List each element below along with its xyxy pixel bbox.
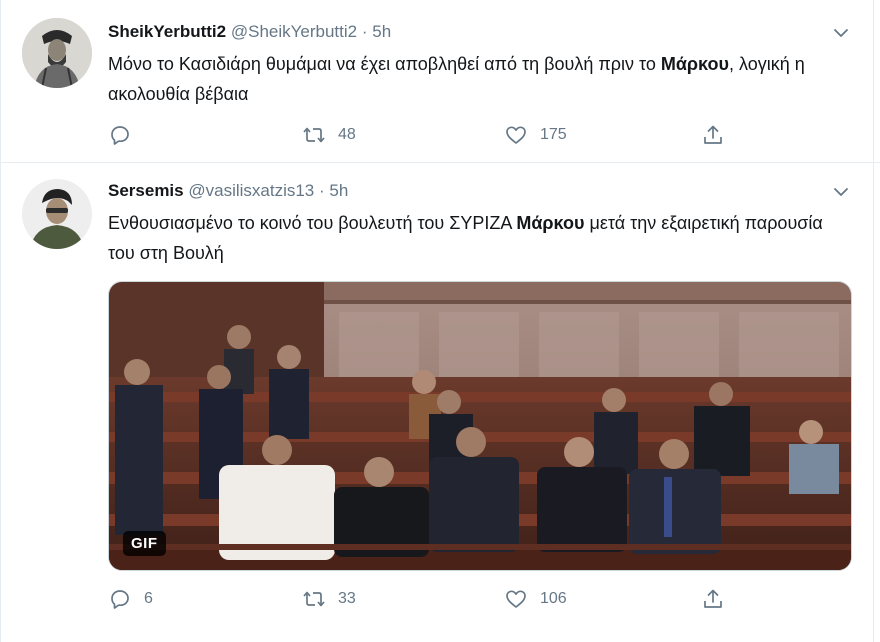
display-name[interactable]: Sersemis: [108, 181, 184, 200]
like-button[interactable]: 106: [504, 584, 567, 614]
separator-dot: ·: [361, 22, 368, 41]
reply-icon: [111, 590, 129, 609]
reply-count: 6: [144, 590, 153, 607]
tweet-actions: 48 175: [108, 120, 748, 150]
chevron-down-icon[interactable]: [832, 24, 850, 42]
like-icon: [506, 126, 526, 144]
share-icon: [704, 125, 722, 144]
display-name[interactable]: SheikYerbutti2: [108, 22, 226, 41]
tweet-text-part: Ενθουσιασμένο το κοινό του βουλευτή του …: [108, 213, 517, 233]
like-count: 175: [540, 126, 567, 143]
like-button[interactable]: 175: [504, 120, 567, 150]
gif-media[interactable]: GIF: [108, 281, 852, 571]
tweet[interactable]: SheikYerbutti2 @SheikYerbutti2 · 5h Μόνο…: [0, 0, 880, 163]
retweet-icon: [303, 591, 325, 607]
retweet-button[interactable]: 48: [302, 120, 356, 150]
like-count: 106: [540, 590, 567, 607]
tweet-text-highlight: Μάρκου: [516, 213, 585, 233]
retweet-button[interactable]: 33: [302, 584, 356, 614]
separator-dot: ·: [319, 181, 325, 200]
tweet-text: Μόνο το Κασιδιάρη θυμάμαι να έχει αποβλη…: [108, 49, 848, 109]
tweet-text-highlight: Μάρκου: [660, 54, 729, 74]
tweet-actions: 6 33 106: [108, 584, 748, 614]
timestamp[interactable]: 5h: [329, 181, 348, 200]
user-handle[interactable]: @vasilisxatzis13: [188, 181, 314, 200]
timestamp[interactable]: 5h: [372, 22, 391, 41]
avatar[interactable]: [22, 18, 92, 88]
retweet-icon: [303, 127, 325, 143]
tweet-header: SheikYerbutti2 @SheikYerbutti2 · 5h: [108, 22, 391, 42]
reply-icon: [111, 126, 129, 145]
user-handle[interactable]: @SheikYerbutti2: [231, 22, 357, 41]
tweet[interactable]: Sersemis @vasilisxatzis13 · 5h Ενθουσιασ…: [0, 163, 880, 642]
parliament-gif-frame: [109, 282, 851, 570]
avatar[interactable]: [22, 179, 92, 249]
retweet-count: 48: [338, 126, 356, 143]
tweet-text: Ενθουσιασμένο το κοινό του βουλευτή του …: [108, 208, 848, 268]
like-icon: [506, 590, 526, 608]
reply-button[interactable]: [108, 120, 144, 150]
gif-badge: GIF: [123, 531, 166, 556]
retweet-count: 33: [338, 590, 356, 607]
share-button[interactable]: [701, 120, 737, 150]
share-button[interactable]: [701, 584, 737, 614]
tweet-text-part: Μόνο το Κασιδιάρη θυμάμαι να έχει αποβλη…: [108, 54, 661, 74]
tweet-header: Sersemis @vasilisxatzis13 · 5h: [108, 181, 348, 201]
reply-button[interactable]: 6: [108, 584, 153, 614]
chevron-down-icon[interactable]: [832, 183, 850, 201]
share-icon: [704, 589, 722, 608]
